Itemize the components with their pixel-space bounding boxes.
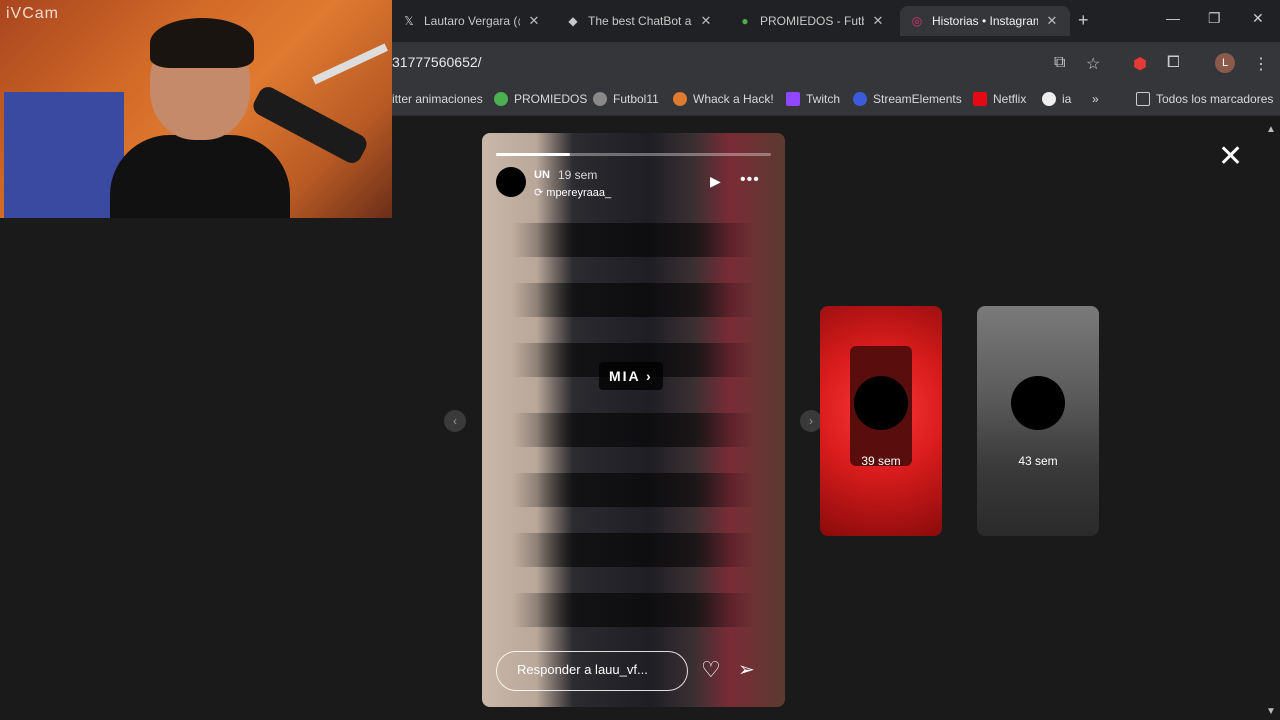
bookmark-netflix[interactable]: Netflix <box>973 92 1026 106</box>
thumbnail-avatar <box>854 376 908 430</box>
streamelements-icon <box>853 92 867 106</box>
globe-icon <box>593 92 607 106</box>
webcam-shelf <box>4 92 124 218</box>
more-options-icon[interactable]: ••• <box>740 171 760 189</box>
scroll-down-icon[interactable]: ▼ <box>1266 706 1276 717</box>
chatbot-icon: ◆ <box>568 14 578 28</box>
repost-username: mpereyraaa_ <box>546 187 612 199</box>
story-thumbnail[interactable]: 39 sem <box>820 306 942 536</box>
close-tab-icon[interactable]: ✕ <box>526 13 542 29</box>
bookmark-whack-a-hack[interactable]: Whack a Hack! <box>673 92 774 106</box>
twitch-icon <box>786 92 800 106</box>
bookmark-label: Twitch <box>806 92 841 106</box>
bookmark-ia[interactable]: ia <box>1042 92 1071 106</box>
bookmark-twitter-animaciones[interactable]: itter animaciones <box>392 92 483 106</box>
restore-icon[interactable]: ❐ <box>1208 10 1221 27</box>
openai-icon <box>1042 92 1056 106</box>
webcam-person-hair <box>150 18 254 68</box>
install-app-icon[interactable]: ⧉ <box>1054 54 1065 72</box>
webcam-overlay: iVCam <box>0 0 392 218</box>
story-photo-detail <box>482 223 785 257</box>
play-icon[interactable]: ▶ <box>710 173 721 190</box>
bookmark-label: Todos los marcadores <box>1156 92 1274 106</box>
tab-title: PROMIEDOS - Futbol <box>760 14 864 28</box>
send-icon[interactable]: ➢ <box>738 657 755 682</box>
close-stories-icon[interactable]: ✕ <box>1218 142 1243 172</box>
thumbnail-time: 39 sem <box>861 454 901 468</box>
bookmark-all-folder[interactable]: Todos los marcadores <box>1136 92 1273 106</box>
previous-story-icon[interactable]: ‹ <box>444 410 466 432</box>
promiedos-icon <box>494 92 508 106</box>
story-photo-detail <box>482 283 785 317</box>
webcam-person-body <box>110 135 290 218</box>
new-tab-icon[interactable]: + <box>1078 10 1089 31</box>
bookmark-label: itter animaciones <box>392 92 483 106</box>
bookmark-star-icon[interactable]: ☆ <box>1086 54 1100 74</box>
url-field[interactable]: 31777560652/ <box>392 54 482 70</box>
story-author-name[interactable]: UN <box>534 169 550 181</box>
active-story[interactable]: UN 19 sem ⟳ mpereyraaa_ ▶ ••• MIA › Resp… <box>482 133 785 707</box>
folder-icon <box>1136 92 1150 106</box>
whack-icon <box>673 92 687 106</box>
tab-lautaro[interactable]: 𝕏 Lautaro Vergara (@la ✕ <box>392 6 552 36</box>
bookmark-promiedos[interactable]: PROMIEDOS <box>494 92 587 106</box>
tab-title: Historias • Instagram <box>932 14 1038 28</box>
close-tab-icon[interactable]: ✕ <box>1044 13 1060 29</box>
mention-sticker[interactable]: MIA › <box>599 362 663 390</box>
bookmark-label: » <box>1092 92 1099 106</box>
bookmark-label: Netflix <box>993 92 1027 106</box>
menu-kebab-icon[interactable]: ⋮ <box>1253 54 1269 74</box>
tab-promiedos[interactable]: ● PROMIEDOS - Futbol ✕ <box>728 6 896 36</box>
close-tab-icon[interactable]: ✕ <box>870 13 886 29</box>
profile-avatar[interactable]: L <box>1215 53 1235 73</box>
story-repost-user[interactable]: ⟳ mpereyraaa_ <box>534 186 611 199</box>
chevron-right-icon: › <box>646 368 653 384</box>
close-window-icon[interactable]: ✕ <box>1252 10 1264 27</box>
bookmark-label: ia <box>1062 92 1072 106</box>
x-icon: 𝕏 <box>404 14 414 28</box>
repost-icon: ⟳ <box>534 187 547 199</box>
tab-title: The best ChatBot an <box>588 14 692 28</box>
story-progress-bar <box>496 153 771 156</box>
mic-arm <box>312 43 388 85</box>
tab-instagram[interactable]: ◎ Historias • Instagram ✕ <box>900 6 1070 36</box>
bookmark-label: StreamElements <box>873 92 962 106</box>
story-photo-detail <box>482 593 785 627</box>
minimize-icon[interactable]: — <box>1166 10 1180 26</box>
bookmark-label: PROMIEDOS <box>514 92 588 106</box>
story-thumbnail[interactable]: 43 sem <box>977 306 1099 536</box>
extension-shield-icon[interactable]: ⬢ <box>1133 54 1147 74</box>
promiedos-icon: ● <box>741 14 749 28</box>
story-photo-detail <box>482 413 785 447</box>
next-story-icon[interactable]: › <box>800 410 822 432</box>
tab-chatbot[interactable]: ◆ The best ChatBot an ✕ <box>556 6 724 36</box>
close-tab-icon[interactable]: ✕ <box>698 13 714 29</box>
story-photo-detail <box>482 533 785 567</box>
thumbnail-time: 43 sem <box>1018 454 1058 468</box>
story-photo-detail <box>482 473 785 507</box>
story-author-avatar[interactable] <box>496 167 526 197</box>
bookmarks-overflow-button[interactable]: » <box>1092 92 1099 106</box>
bookmark-twitch[interactable]: Twitch <box>786 92 840 106</box>
scroll-up-icon[interactable]: ▲ <box>1266 124 1276 135</box>
webcam-label: iVCam <box>6 5 60 22</box>
bookmark-label: Futbol11 <box>613 92 659 106</box>
instagram-icon: ◎ <box>911 14 923 28</box>
extensions-puzzle-icon[interactable]: ⧠ <box>1167 54 1180 72</box>
reply-input[interactable]: Responder a lauu_vf... <box>496 651 688 691</box>
bookmark-streamelements[interactable]: StreamElements <box>853 92 962 106</box>
netflix-icon <box>973 92 987 106</box>
tab-title: Lautaro Vergara (@la <box>424 14 520 28</box>
mention-label: MIA <box>609 368 641 384</box>
thumbnail-avatar <box>1011 376 1065 430</box>
story-timestamp: 19 sem <box>558 168 598 182</box>
bookmark-futbol11[interactable]: Futbol11 <box>593 92 659 106</box>
story-progress-fill <box>496 153 571 156</box>
like-heart-icon[interactable]: ♡ <box>701 657 721 683</box>
screen: 𝕏 Lautaro Vergara (@la ✕ ◆ The best Chat… <box>0 0 1280 720</box>
bookmark-label: Whack a Hack! <box>693 92 774 106</box>
